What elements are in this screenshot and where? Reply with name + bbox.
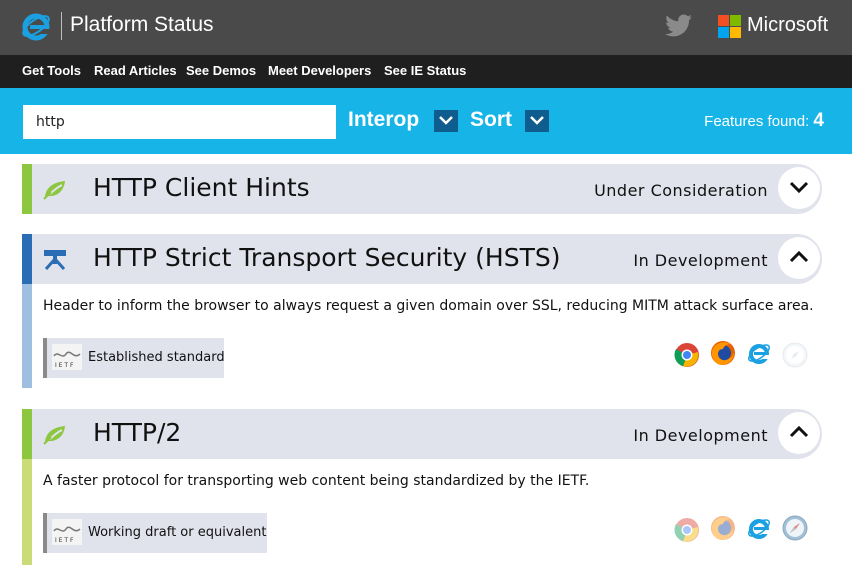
standard-status: Established standard bbox=[88, 350, 225, 365]
status-stripe bbox=[22, 409, 32, 459]
chevron-up-icon bbox=[789, 250, 809, 263]
feature-description: Header to inform the browser to always r… bbox=[43, 298, 814, 314]
ie-icon bbox=[748, 519, 770, 539]
search-input[interactable] bbox=[23, 105, 336, 139]
sort-filter-label[interactable]: Sort bbox=[470, 108, 512, 132]
features-found: Features found: 4 bbox=[704, 110, 824, 132]
leaf-icon bbox=[43, 181, 65, 200]
svg-text:I E T F: I E T F bbox=[55, 362, 74, 369]
ie-logo-icon[interactable] bbox=[20, 10, 52, 42]
twitter-icon[interactable] bbox=[664, 14, 693, 38]
standard-badge[interactable]: I E T F Working draft or equivalent bbox=[43, 513, 267, 553]
status-stripe-body bbox=[22, 459, 32, 565]
feature-card-http-client-hints[interactable]: HTTP Client Hints Under Consideration bbox=[22, 164, 822, 214]
status-stripe bbox=[22, 234, 32, 284]
interop-dropdown-button[interactable] bbox=[434, 110, 458, 132]
nav-item-meet-developers[interactable]: Meet Developers bbox=[268, 63, 371, 78]
microsoft-logo-icon[interactable] bbox=[718, 15, 741, 38]
feature-title: HTTP Strict Transport Security (HSTS) bbox=[93, 243, 561, 272]
ietf-logo-icon: I E T F bbox=[52, 519, 82, 545]
svg-text:I E T F: I E T F bbox=[55, 537, 74, 544]
leaf-icon bbox=[43, 426, 65, 445]
hammer-icon bbox=[44, 250, 66, 271]
features-found-count: 4 bbox=[813, 110, 824, 131]
interop-filter-label[interactable]: Interop bbox=[348, 108, 419, 132]
collapse-button[interactable] bbox=[778, 412, 820, 454]
nav-item-get-tools[interactable]: Get Tools bbox=[22, 63, 81, 78]
feature-status: Under Consideration bbox=[594, 181, 768, 200]
sort-dropdown-button[interactable] bbox=[525, 110, 549, 132]
microsoft-brand[interactable]: Microsoft bbox=[747, 14, 828, 37]
chrome-icon bbox=[674, 343, 699, 367]
ietf-logo-icon: I E T F bbox=[52, 344, 82, 370]
feature-status: In Development bbox=[633, 426, 768, 445]
chrome-icon bbox=[674, 518, 699, 542]
search-bar: Interop Sort Features found: 4 bbox=[0, 88, 852, 154]
ie-icon bbox=[748, 344, 770, 364]
chevron-down-icon bbox=[439, 116, 453, 125]
nav-bar: Get Tools Read Articles See Demos Meet D… bbox=[0, 55, 852, 88]
status-stripe-body bbox=[22, 284, 32, 388]
feature-card-http2[interactable]: HTTP/2 In Development A faster protocol … bbox=[22, 409, 822, 565]
chevron-down-icon bbox=[530, 116, 544, 125]
page-title: Platform Status bbox=[70, 13, 214, 36]
feature-card-hsts[interactable]: HTTP Strict Transport Security (HSTS) In… bbox=[22, 234, 822, 388]
feature-status: In Development bbox=[633, 251, 768, 270]
top-bar: Platform Status Microsoft bbox=[0, 0, 852, 55]
feature-description: A faster protocol for transporting web c… bbox=[43, 473, 590, 489]
status-stripe bbox=[22, 164, 32, 214]
collapse-button[interactable] bbox=[778, 237, 820, 279]
header-divider bbox=[61, 12, 62, 40]
nav-item-read-articles[interactable]: Read Articles bbox=[94, 63, 177, 78]
nav-item-see-demos[interactable]: See Demos bbox=[186, 63, 256, 78]
feature-title: HTTP Client Hints bbox=[93, 173, 310, 202]
standard-badge[interactable]: I E T F Established standard bbox=[43, 338, 225, 378]
firefox-icon bbox=[711, 341, 735, 365]
chevron-down-icon bbox=[789, 181, 809, 194]
standard-status: Working draft or equivalent bbox=[88, 525, 267, 540]
safari-icon bbox=[782, 515, 808, 541]
expand-button[interactable] bbox=[778, 167, 820, 209]
features-found-label: Features found: bbox=[704, 113, 810, 130]
nav-item-see-ie-status[interactable]: See IE Status bbox=[384, 63, 466, 78]
feature-title: HTTP/2 bbox=[93, 418, 182, 447]
chevron-up-icon bbox=[789, 425, 809, 438]
safari-icon bbox=[782, 342, 808, 368]
firefox-icon bbox=[711, 516, 735, 540]
